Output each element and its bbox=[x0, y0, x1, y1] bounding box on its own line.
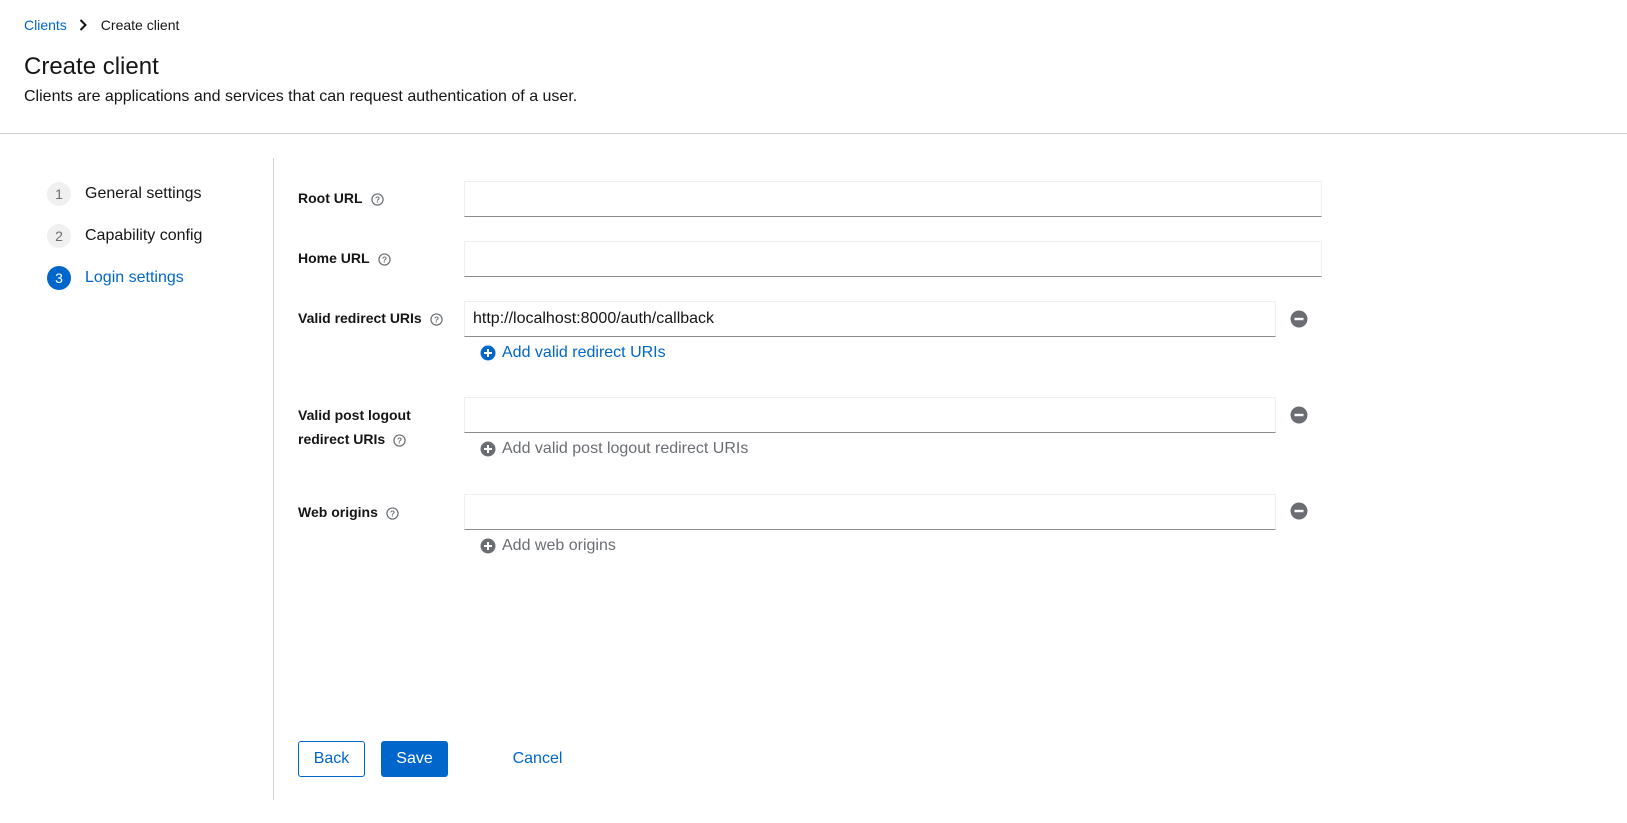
wizard-step-capability-config[interactable]: 2 Capability config bbox=[47, 224, 257, 248]
root-url-label: Root URL? bbox=[298, 186, 384, 210]
post-logout-label-line1: Valid post logout bbox=[298, 407, 411, 423]
svg-text:?: ? bbox=[374, 194, 379, 204]
help-icon[interactable]: ? bbox=[430, 313, 443, 326]
wizard-nav: 1 General settings 2 Capability config 3… bbox=[47, 182, 257, 308]
add-web-origins-text: Add web origins bbox=[502, 537, 616, 554]
step-label: Capability config bbox=[85, 227, 203, 244]
valid-redirect-input[interactable] bbox=[464, 301, 1276, 337]
step-label: General settings bbox=[85, 185, 202, 202]
page-description: Clients are applications and services th… bbox=[24, 88, 578, 105]
minus-circle-icon[interactable] bbox=[1290, 310, 1308, 328]
valid-redirect-label: Valid redirect URIs? bbox=[298, 306, 443, 330]
breadcrumb-clients-link[interactable]: Clients bbox=[24, 17, 67, 33]
step-number: 1 bbox=[47, 182, 71, 206]
breadcrumb-current: Create client bbox=[100, 17, 180, 33]
add-post-logout-text: Add valid post logout redirect URIs bbox=[502, 440, 749, 457]
minus-circle-icon[interactable] bbox=[1290, 502, 1308, 520]
help-icon[interactable]: ? bbox=[386, 507, 399, 520]
step-number: 2 bbox=[47, 224, 71, 248]
svg-text:?: ? bbox=[382, 254, 387, 264]
root-url-label-text: Root URL bbox=[298, 190, 363, 206]
plus-circle-icon bbox=[480, 441, 496, 457]
wizard-step-general-settings[interactable]: 1 General settings bbox=[47, 182, 257, 206]
home-url-label-text: Home URL bbox=[298, 250, 370, 266]
home-url-input[interactable] bbox=[464, 241, 1322, 277]
valid-redirect-label-text: Valid redirect URIs bbox=[298, 310, 422, 326]
page-header: Clients Create client Create client Clie… bbox=[0, 0, 1627, 134]
root-url-input[interactable] bbox=[464, 181, 1322, 217]
post-logout-input[interactable] bbox=[464, 397, 1276, 433]
add-web-origins-link[interactable]: Add web origins bbox=[480, 537, 616, 555]
help-icon[interactable]: ? bbox=[377, 253, 391, 266]
back-button[interactable]: Back bbox=[298, 741, 365, 777]
svg-text:?: ? bbox=[390, 508, 395, 518]
minus-circle-icon[interactable] bbox=[1290, 406, 1308, 424]
help-icon[interactable]: ? bbox=[370, 193, 384, 206]
save-button[interactable]: Save bbox=[381, 741, 448, 777]
add-post-logout-link[interactable]: Add valid post logout redirect URIs bbox=[480, 440, 748, 458]
add-valid-redirect-text: Add valid redirect URIs bbox=[502, 344, 666, 361]
chevron-right-icon bbox=[79, 19, 89, 31]
plus-circle-icon bbox=[480, 345, 496, 361]
cancel-button[interactable]: Cancel bbox=[500, 741, 575, 777]
vertical-divider bbox=[273, 158, 274, 800]
web-origins-input[interactable] bbox=[464, 494, 1276, 530]
breadcrumb: Clients Create client bbox=[24, 17, 179, 33]
wizard-step-login-settings[interactable]: 3 Login settings bbox=[47, 266, 257, 290]
add-valid-redirect-link[interactable]: Add valid redirect URIs bbox=[480, 344, 666, 362]
post-logout-label-line2: redirect URIs bbox=[298, 431, 386, 447]
help-icon[interactable]: ? bbox=[393, 434, 406, 447]
step-number: 3 bbox=[47, 266, 71, 290]
home-url-label: Home URL? bbox=[298, 246, 391, 270]
web-origins-label: Web origins? bbox=[298, 500, 399, 524]
step-label: Login settings bbox=[85, 269, 184, 286]
svg-text:?: ? bbox=[397, 435, 402, 445]
plus-circle-icon bbox=[480, 538, 496, 554]
svg-text:?: ? bbox=[434, 314, 439, 324]
web-origins-label-text: Web origins bbox=[298, 504, 378, 520]
page-title: Create client bbox=[24, 53, 159, 80]
post-logout-label: Valid post logout redirect URIs? bbox=[298, 403, 411, 451]
